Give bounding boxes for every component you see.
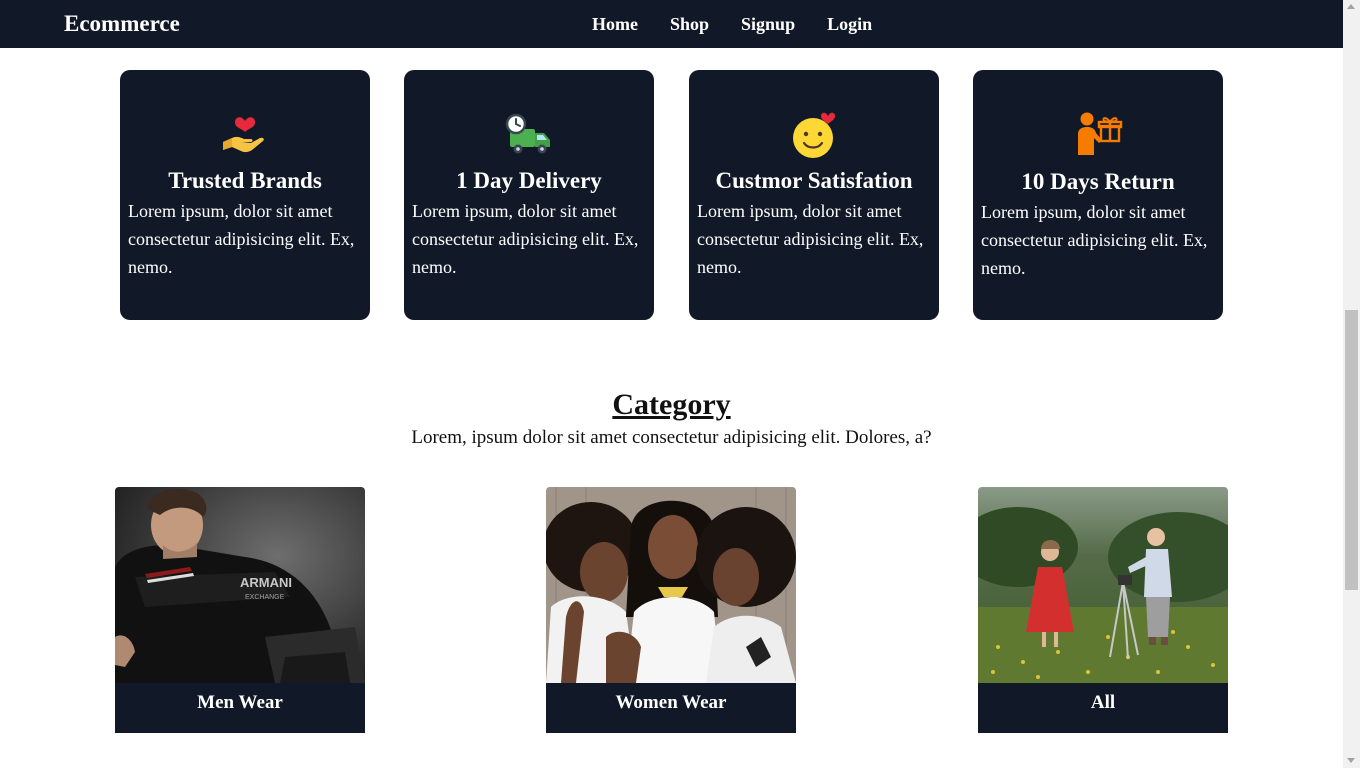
nav-link-shop[interactable]: Shop: [670, 13, 709, 35]
navbar: Ecommerce Home Shop Signup Login: [0, 0, 1343, 48]
page: Ecommerce Home Shop Signup Login Trusted…: [0, 0, 1343, 768]
category-card-all[interactable]: All: [978, 487, 1228, 733]
kids-in-field-photo: [978, 487, 1228, 683]
category-heading: Category: [612, 388, 731, 421]
brand-logo[interactable]: Ecommerce: [64, 10, 180, 38]
delivery-truck-icon: [505, 113, 550, 154]
feature-title: Trusted Brands: [168, 168, 322, 193]
feature-card-returns: 10 Days Return Lorem ipsum, dolor sit am…: [973, 70, 1223, 320]
category-label: Women Wear: [615, 692, 727, 713]
category-subtitle: Lorem, ipsum dolor sit amet consectetur …: [411, 427, 932, 448]
three-women-photo: [546, 487, 796, 683]
feature-title: Custmor Satisfation: [715, 168, 913, 193]
feature-title: 10 Days Return: [1021, 169, 1175, 194]
feature-text: Lorem ipsum, dolor sit amet consectetur …: [697, 201, 924, 277]
feature-text: Lorem ipsum, dolor sit amet consectetur …: [128, 201, 355, 277]
svg-text:EXCHANGE: EXCHANGE: [245, 594, 285, 601]
nav-link-home[interactable]: Home: [592, 13, 638, 35]
nav-link-signup[interactable]: Signup: [741, 13, 795, 35]
scroll-thumb[interactable]: [1345, 310, 1358, 590]
category-card-women-wear[interactable]: Women Wear: [546, 487, 796, 733]
category-label-bar: Women Wear: [546, 683, 796, 733]
category-label-bar: All: [978, 683, 1228, 733]
scroll-up-icon[interactable]: [1347, 4, 1355, 9]
feature-title: 1 Day Delivery: [456, 168, 602, 193]
feature-card-satisfaction: Custmor Satisfation Lorem ipsum, dolor s…: [689, 70, 939, 320]
man-leather-jacket-photo: ARMANI EXCHANGE: [115, 487, 365, 683]
category-label: Men Wear: [197, 692, 283, 713]
category-card-men-wear[interactable]: ARMANI EXCHANGE Men Wear: [115, 487, 365, 733]
nav-link-login[interactable]: Login: [827, 13, 872, 35]
scroll-down-icon[interactable]: [1347, 758, 1355, 763]
heart-hand-icon: [223, 117, 264, 153]
nav-links: Home Shop Signup Login: [592, 13, 904, 35]
category-label: All: [1090, 692, 1116, 713]
category-label-bar: Men Wear: [115, 683, 365, 733]
feature-card-trusted-brands: Trusted Brands Lorem ipsum, dolor sit am…: [120, 70, 370, 320]
feature-text: Lorem ipsum, dolor sit amet consectetur …: [412, 201, 639, 277]
svg-text:ARMANI: ARMANI: [240, 575, 292, 590]
feature-card-delivery: 1 Day Delivery Lorem ipsum, dolor sit am…: [404, 70, 654, 320]
smiley-heart-icon: [793, 112, 835, 158]
feature-text: Lorem ipsum, dolor sit amet consectetur …: [981, 202, 1208, 278]
person-gift-icon: [1078, 112, 1123, 155]
vertical-scrollbar[interactable]: [1343, 0, 1360, 768]
